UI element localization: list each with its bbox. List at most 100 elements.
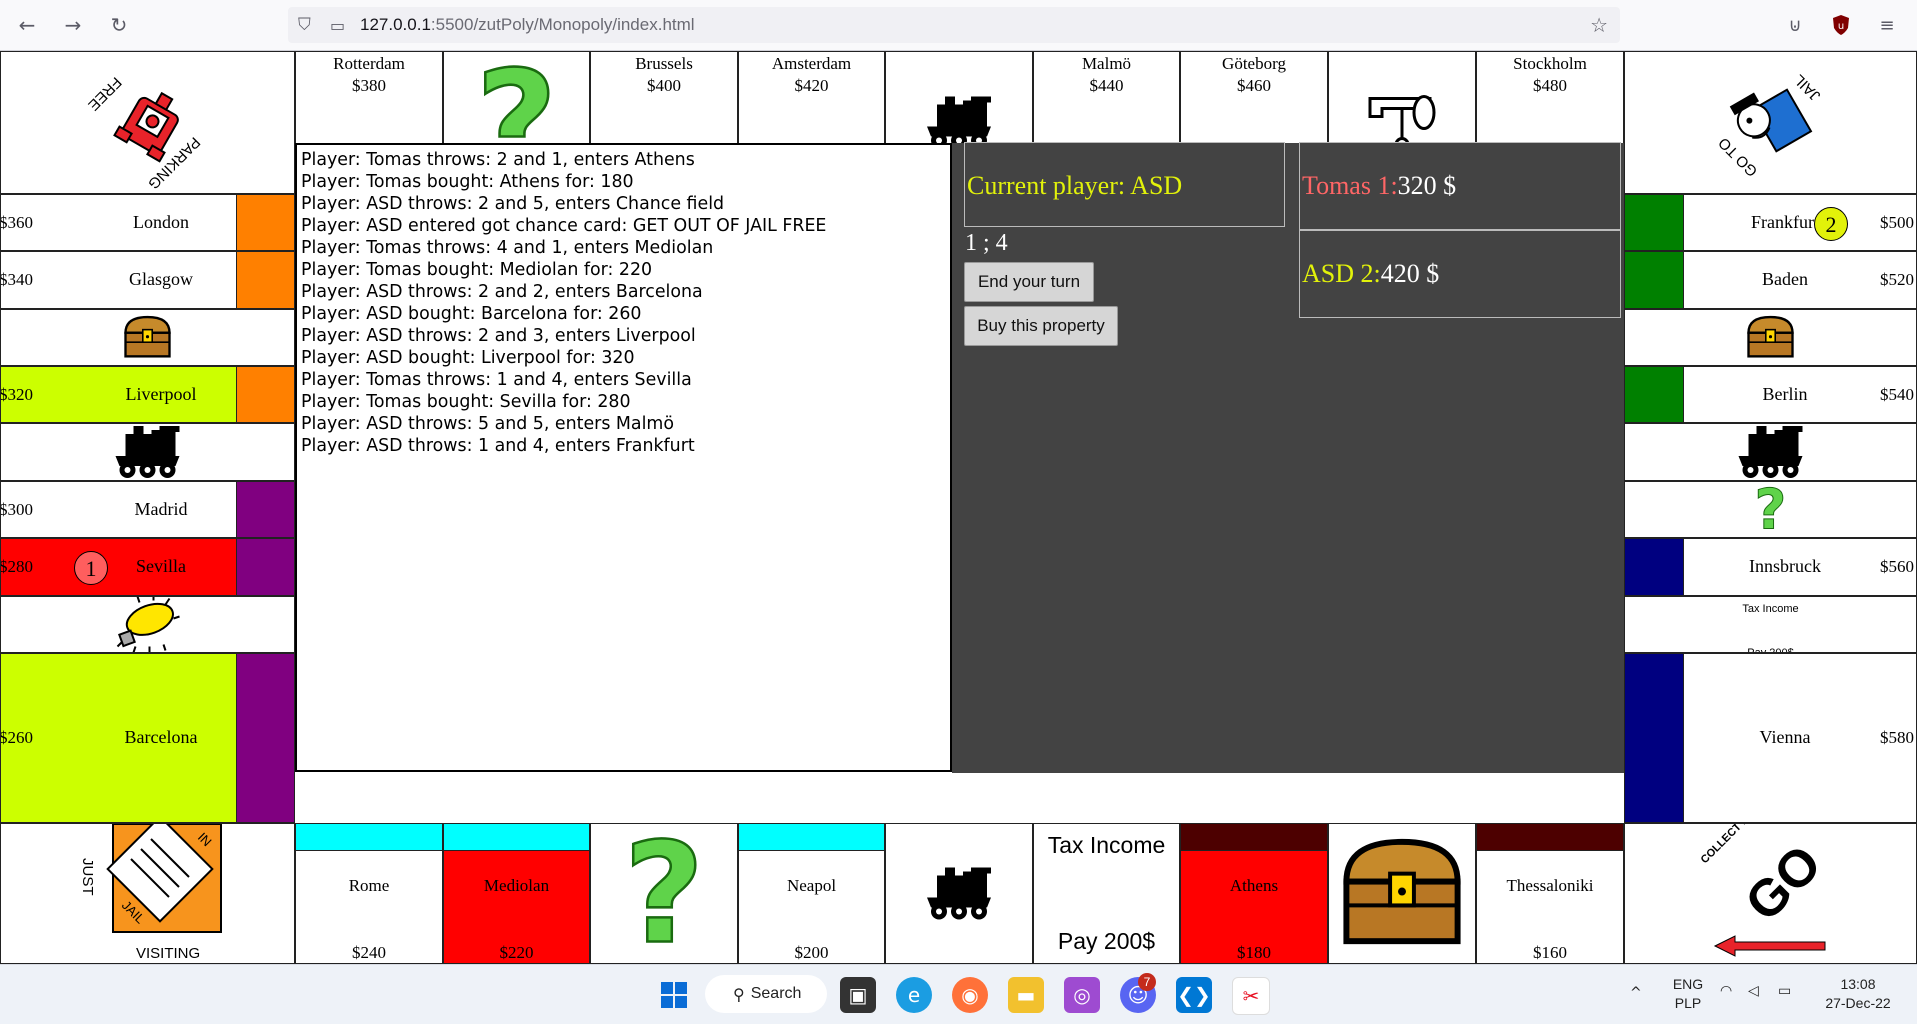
property-glasgow[interactable]: Glasgow $340 — [0, 251, 295, 309]
tax-amount: Pay 200$ — [1057, 928, 1156, 954]
firefox-icon[interactable]: ◉ — [952, 977, 988, 1013]
wifi-icon[interactable]: ◠ — [1720, 983, 1732, 999]
start-icon[interactable] — [656, 977, 692, 1013]
ublock-icon[interactable]: u — [1826, 10, 1856, 40]
player-name: ASD 2: — [1302, 259, 1381, 288]
property-baden[interactable]: Baden $520 — [1624, 251, 1917, 309]
tax-title: Tax Income — [1047, 832, 1166, 858]
property-price: $580 — [1880, 728, 1914, 747]
property-price: $220 — [499, 943, 534, 962]
color-strip — [1181, 824, 1327, 851]
electric-square[interactable] — [0, 596, 295, 653]
page-info-icon[interactable]: ▭ — [330, 16, 352, 35]
property-liverpool[interactable]: Liverpool $320 — [0, 366, 295, 423]
lang-code: ENG — [1672, 976, 1704, 992]
railroad-square[interactable] — [885, 823, 1033, 964]
chance-icon: ? — [1754, 482, 1787, 537]
end-turn-button[interactable]: End your turn — [964, 262, 1094, 302]
property-price: $420 — [794, 76, 829, 95]
dice-result: 1 ; 4 — [965, 230, 1008, 256]
player-token: 1 — [74, 551, 108, 585]
log-line: Player: Tomas bought: Sevilla for: 280 — [301, 392, 631, 412]
property-price: $520 — [1880, 270, 1914, 289]
property-name: Göteborg — [1222, 54, 1286, 73]
pocket-icon[interactable]: ⊍ — [1780, 10, 1810, 40]
vscode-icon[interactable]: ❮❯ — [1176, 977, 1212, 1013]
svg-text:?: ? — [1755, 482, 1787, 537]
tax-square[interactable]: Tax Income Pay 200$ — [1033, 823, 1180, 964]
property-london[interactable]: London $360 — [0, 194, 295, 251]
clock[interactable]: 13:08 27-Dec-22 — [1818, 975, 1898, 1013]
property-innsbruck[interactable]: Innsbruck $560 — [1624, 538, 1917, 596]
property-price: $380 — [352, 76, 386, 95]
property-thessaloniki[interactable]: Thessaloniki $160 — [1476, 823, 1624, 964]
tax-square[interactable]: Tax Income Pay 200$ — [1624, 596, 1917, 653]
reload-icon[interactable]: ↻ — [104, 10, 134, 40]
property-name: Thessaloniki — [1506, 876, 1594, 895]
log-line: Player: ASD bought: Liverpool for: 320 — [301, 348, 635, 368]
log-line: Player: ASD bought: Barcelona for: 260 — [301, 304, 642, 324]
property-name: Innsbruck — [1749, 556, 1821, 576]
forward-icon[interactable]: → — [58, 10, 88, 40]
buy-property-button[interactable]: Buy this property — [964, 306, 1118, 346]
snipping-tool-icon[interactable]: ✂ — [1232, 977, 1270, 1015]
property-name: London — [133, 211, 189, 232]
property-neapol[interactable]: Neapol $200 — [738, 823, 885, 964]
property-frankfurt[interactable]: Frankfurt $500 2 — [1624, 194, 1917, 251]
player-money: 320 $ — [1397, 171, 1457, 200]
svg-text:u: u — [1838, 21, 1844, 32]
property-athens[interactable]: Athens $180 — [1180, 823, 1328, 964]
property-price: $500 — [1880, 212, 1914, 232]
property-mediolan[interactable]: Mediolan $220 — [443, 823, 590, 964]
property-madrid[interactable]: Madrid $300 — [0, 481, 295, 538]
language-indicator[interactable]: ENG PLP — [1670, 975, 1706, 1013]
free-parking-corner: PARKING FREE — [0, 51, 295, 194]
bookmark-star-icon[interactable]: ☆ — [1590, 13, 1608, 37]
property-barcelona[interactable]: Barcelona $260 — [0, 653, 295, 823]
current-player-box: Current player: ASD — [964, 142, 1285, 227]
property-price: $480 — [1533, 76, 1567, 95]
property-name: Malmö — [1081, 54, 1132, 73]
chance-square[interactable]: ? — [1624, 481, 1917, 538]
property-berlin[interactable]: Berlin $540 — [1624, 366, 1917, 423]
go-to-jail-icon: JAIL GO TO — [1715, 71, 1824, 180]
battery-icon[interactable]: ▭ — [1778, 983, 1791, 999]
railroad-square[interactable] — [0, 423, 295, 481]
file-explorer-icon[interactable]: ▬ — [1008, 977, 1044, 1013]
windows-taskbar: ⚲ Search ▣ e ◉ ▬ ◎ ☺ 7 ❮❯ ✂ ^ ENG PLP ◠ ◁ … — [0, 964, 1917, 1024]
address-bar[interactable]: ⛉ ▭ 127.0.0.1:5500/zutPoly/Monopoly/inde… — [288, 7, 1620, 43]
menu-icon[interactable]: ≡ — [1872, 10, 1902, 40]
chest-square[interactable] — [1328, 823, 1476, 964]
railroad-square[interactable] — [1624, 423, 1917, 481]
community-chest-icon — [1343, 838, 1461, 945]
player-token: 2 — [1814, 206, 1848, 241]
chance-square[interactable]: ? — [590, 823, 738, 964]
log-line: Player: Tomas throws: 2 and 1, enters At… — [301, 150, 695, 170]
taskbar-search[interactable]: ⚲ Search — [705, 975, 827, 1013]
volume-icon[interactable]: ◁ — [1748, 983, 1759, 999]
chest-square[interactable] — [1624, 309, 1917, 366]
property-name: Berlin — [1762, 383, 1808, 404]
property-sevilla[interactable]: Sevilla $280 1 — [0, 538, 295, 596]
property-name: Liverpool — [125, 383, 197, 404]
date: 27-Dec-22 — [1825, 995, 1891, 1011]
property-name: Rome — [348, 876, 390, 895]
chest-square[interactable] — [0, 309, 295, 366]
property-rome[interactable]: Rome $240 — [295, 823, 443, 964]
edge-icon[interactable]: e — [896, 977, 932, 1013]
task-view-icon[interactable]: ▣ — [840, 977, 876, 1013]
tracking-shield-icon[interactable]: ⛉ — [298, 15, 320, 35]
railroad-icon — [115, 426, 180, 478]
property-price: $560 — [1880, 557, 1914, 576]
log-line: Player: ASD throws: 2 and 2, enters Barc… — [301, 282, 703, 302]
back-icon[interactable]: ← — [12, 10, 42, 40]
time: 13:08 — [1840, 976, 1876, 992]
app-icon[interactable]: ◎ — [1064, 977, 1100, 1013]
color-strip — [1625, 539, 1684, 595]
chevron-up-icon[interactable]: ^ — [1630, 985, 1642, 1001]
windows-logo-icon — [661, 982, 687, 1008]
property-name: Neapol — [786, 876, 837, 895]
svg-text:?: ? — [624, 824, 705, 963]
browser-toolbar: ← → ↻ ⛉ ▭ 127.0.0.1:5500/zutPoly/Monopol… — [0, 0, 1917, 51]
property-vienna[interactable]: Vienna $580 — [1624, 653, 1917, 823]
